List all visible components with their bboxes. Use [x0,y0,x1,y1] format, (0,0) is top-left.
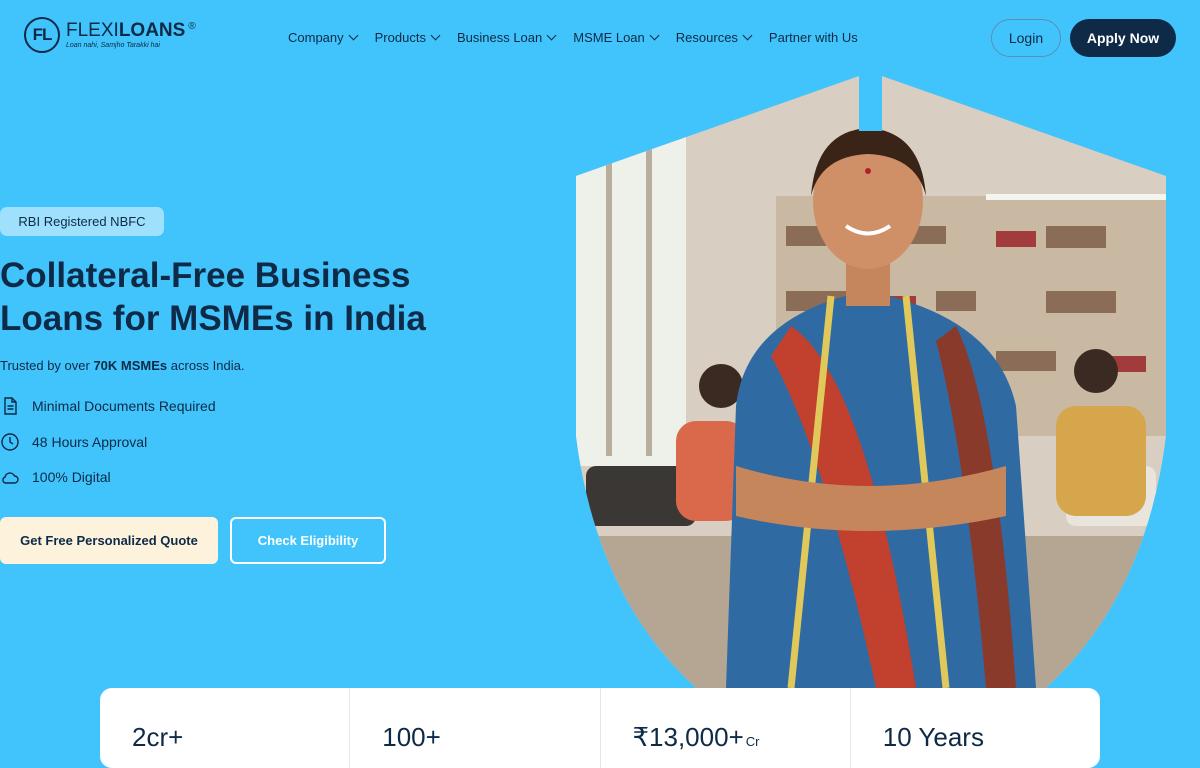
stat-item: ₹13,000+ Cr [601,688,851,768]
menu-resources[interactable]: Resources [676,30,753,45]
menu-products[interactable]: Products [375,30,441,45]
login-button[interactable]: Login [991,19,1061,57]
clock-icon [1,433,19,451]
hero-title: Collateral-Free Business Loans for MSMEs … [0,256,426,338]
chevron-down-icon [742,30,753,41]
menu-msme-loan[interactable]: MSME Loan [573,30,660,45]
logo-wordmark: FLEXILOANS ® [66,20,196,41]
feature-minimal-documents: Minimal Documents Required [0,396,216,416]
document-icon [4,397,17,415]
logo-mark: FL [24,17,60,53]
hero-photo-woman-tailor [576,76,1166,688]
stat-item: 10 Years [882,722,984,752]
logo-tagline: Loan nahi, Samjho Tarakki hai [66,42,160,49]
chevron-down-icon [348,30,359,41]
flexiloans-logo[interactable]: FL FLEXILOANS ® Loan nahi, Samjho Tarakki… [24,17,196,53]
feature-48-hours-approval: 48 Hours Approval [0,432,147,452]
get-free-quote-button[interactable]: Get Free Personalized Quote [0,517,218,564]
stat-item: 100+ [350,688,601,768]
menu-company[interactable]: Company [288,30,359,45]
menu-business-loan[interactable]: Business Loan [457,30,557,45]
chevron-down-icon [430,30,441,41]
rbi-registered-badge: RBI Registered NBFC [0,207,164,236]
top-navigation: FL FLEXILOANS ® Loan nahi, Samjho Tarakki… [0,0,1200,76]
stats-bar: 2cr+ 100+ ₹13,000+ Cr 10 Years [100,688,1100,768]
menu-partner-with-us[interactable]: Partner with Us [769,30,858,45]
chevron-down-icon [649,30,660,41]
apply-now-button[interactable]: Apply Now [1070,19,1176,57]
check-eligibility-button[interactable]: Check Eligibility [230,517,386,564]
feature-100-digital: 100% Digital [0,467,111,487]
trust-text: Trusted by over 70K MSMEs across India. [0,358,245,373]
main-menu: Company Products Business Loan MSME Loan… [288,30,876,45]
stat-item: 2cr+ [100,688,351,768]
cloud-icon [2,472,19,484]
chevron-down-icon [546,30,557,41]
